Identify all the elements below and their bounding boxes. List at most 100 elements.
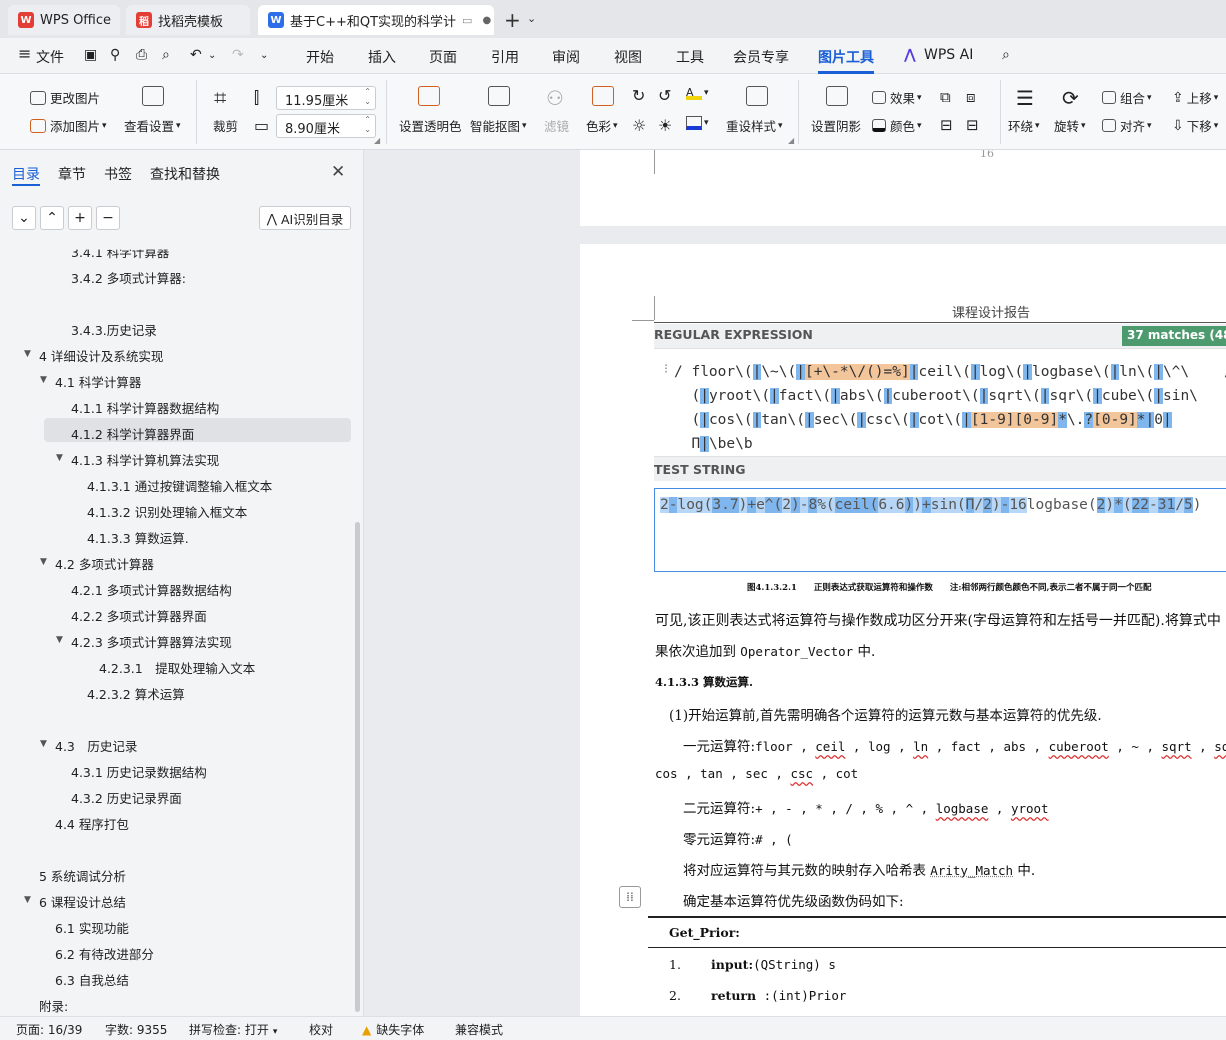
wps-ai-icon[interactable]: ⋀ xyxy=(904,47,916,63)
regex-expression[interactable]: / floor\(|\~\(|[+\-*\/()=%]|ceil\(|log\(… xyxy=(674,360,1226,456)
undo-icon[interactable]: ↶ xyxy=(190,47,202,63)
send-backward-icon[interactable]: ⧈ xyxy=(966,88,976,106)
highlight-color-icon[interactable]: A ▾ xyxy=(686,86,709,100)
menu-wps-ai[interactable]: WPS AI xyxy=(924,47,973,63)
contrast-icon[interactable]: ↺ xyxy=(658,86,671,105)
print-icon[interactable]: ⎙ xyxy=(136,47,147,63)
toc-item[interactable]: 6.1 实现功能 xyxy=(55,918,129,937)
add-picture-button[interactable]: 添加图片 ▾ xyxy=(30,116,107,135)
share-icon[interactable]: ⚲ xyxy=(110,47,120,63)
remove-heading-button[interactable]: − xyxy=(96,206,120,230)
expand-triangle-icon[interactable]: ▼ xyxy=(40,375,47,385)
reset-style-button[interactable]: 重设样式 ▾ xyxy=(726,116,783,135)
tab-document[interactable]: W 基于C++和QT实现的科学计 ▭ ● xyxy=(258,5,494,35)
toc-item[interactable]: 附录: xyxy=(39,996,68,1015)
wrap-bottom-icon[interactable]: ⊟ xyxy=(966,116,979,134)
compat-mode[interactable]: 兼容模式 xyxy=(455,1021,503,1038)
undo-dropdown-icon[interactable]: ⌄ xyxy=(208,50,216,61)
toc-item[interactable]: 4.1.3.2 识别处理输入框文本 xyxy=(87,502,247,521)
dialog-launcher-icon[interactable]: ◢ xyxy=(374,136,380,145)
move-down-button[interactable]: ⇩ 下移 ▾ xyxy=(1172,116,1218,135)
border-color-icon[interactable]: ▾ xyxy=(686,116,709,130)
toc-item[interactable]: 3.4.1 科学计算器 xyxy=(71,250,169,261)
height-input[interactable]: 8.90厘米 ⌃ ⌄ xyxy=(276,114,376,138)
add-heading-button[interactable]: + xyxy=(68,206,92,230)
regex-screenshot-image[interactable]: REGULAR EXPRESSION 37 matches (482 s ⁝ /… xyxy=(654,324,1226,572)
toc-item[interactable]: 5 系统调试分析 xyxy=(39,866,126,885)
toc-item[interactable]: 4.1.3.3 算数运算. xyxy=(87,528,189,547)
toc-item[interactable]: 4.1.3.1 通过按键调整输入框文本 xyxy=(87,476,272,495)
save-icon[interactable]: ▣ xyxy=(84,47,97,63)
chevron-down-icon[interactable]: ⌄ xyxy=(527,12,536,25)
toc-item[interactable]: 4.1.1 科学计算器数据结构 xyxy=(71,398,219,417)
hamburger-icon[interactable]: ≡ xyxy=(18,44,31,63)
effect-button[interactable]: 效果 ▾ xyxy=(872,88,922,107)
missing-font-button[interactable]: ▲ 缺失字体 xyxy=(362,1021,424,1038)
drag-handle-icon[interactable]: ⁝ xyxy=(664,362,668,377)
word-count[interactable]: 字数: 9355 xyxy=(105,1021,167,1038)
proofread-button[interactable]: 校对 xyxy=(309,1021,333,1038)
menu-member[interactable]: 会员专享 xyxy=(733,47,789,67)
tab-toc[interactable]: 目录 xyxy=(12,164,40,184)
crop-button[interactable]: 裁剪 xyxy=(213,116,238,135)
color-palette-icon[interactable] xyxy=(592,86,618,106)
toc-item[interactable]: 4.2.3.2 算术运算 xyxy=(87,684,185,703)
wrap-button[interactable]: 环绕 ▾ xyxy=(1008,116,1040,135)
rotate-button[interactable]: 旋转 ▾ xyxy=(1054,116,1086,135)
smart-cutout-button[interactable]: 智能抠图 ▾ xyxy=(470,116,527,135)
filter-icon[interactable]: ⚇ xyxy=(546,86,564,110)
reset-style-icon[interactable] xyxy=(746,86,772,106)
monitor-icon[interactable]: ▭ xyxy=(462,14,472,27)
view-settings-icon[interactable] xyxy=(142,86,168,106)
width-input[interactable]: 11.95厘米 ⌃ ⌄ xyxy=(276,86,376,110)
menu-review[interactable]: 审阅 xyxy=(552,47,580,67)
toc-item[interactable]: 6.2 有待改进部分 xyxy=(55,944,154,963)
view-settings-button[interactable]: 查看设置 ▾ xyxy=(124,116,181,135)
toc-item[interactable]: 4.2.3.1 提取处理输入文本 xyxy=(99,658,255,677)
tab-template[interactable]: 稻 找稻壳模板 xyxy=(126,5,250,35)
rotate-icon[interactable]: ⟳ xyxy=(1062,86,1079,110)
toc-item[interactable]: 4.1.3 科学计算机算法实现 xyxy=(71,450,219,469)
dialog-launcher-icon[interactable]: ◢ xyxy=(788,136,794,145)
group-button[interactable]: 组合 ▾ xyxy=(1102,88,1152,107)
redo-icon[interactable]: ↷ xyxy=(232,47,244,63)
toc-item[interactable]: 6.3 自我总结 xyxy=(55,970,129,989)
sidebar-scrollbar[interactable] xyxy=(355,522,360,1012)
toc-item[interactable]: 4.4 程序打包 xyxy=(55,814,129,833)
toc-item[interactable]: 4.3.1 历史记录数据结构 xyxy=(71,762,207,781)
toc-item-selected[interactable]: 4.1.2 科学计算器界面 xyxy=(71,424,194,443)
change-picture-button[interactable]: 更改图片 xyxy=(30,88,100,107)
more-icon[interactable]: ⌄ xyxy=(260,50,268,61)
toc-item[interactable]: 3.4.3.历史记录 xyxy=(71,320,157,339)
toc-item[interactable]: 4.2 多项式计算器 xyxy=(55,554,154,573)
menu-insert[interactable]: 插入 xyxy=(368,47,396,67)
expand-triangle-icon[interactable]: ▼ xyxy=(56,635,63,645)
menu-file[interactable]: 文件 xyxy=(36,47,64,67)
test-string-box[interactable]: 2-log(3.7)+e^(2)-8%(ceil(6.6))+sin(Π/2)-… xyxy=(654,488,1226,572)
fill-color-button[interactable]: 颜色 ▾ xyxy=(872,116,922,135)
toc-item[interactable]: 4 详细设计及系统实现 xyxy=(39,346,163,365)
tab-wps-office[interactable]: W WPS Office xyxy=(8,5,120,35)
tab-find-replace[interactable]: 查找和替换 xyxy=(150,164,220,184)
page-indicator[interactable]: 页面: 16/39 xyxy=(16,1021,82,1038)
tab-chapter[interactable]: 章节 xyxy=(58,164,86,184)
wrap-icon[interactable]: ☰ xyxy=(1016,86,1034,110)
menu-page[interactable]: 页面 xyxy=(429,47,457,67)
spell-check-toggle[interactable]: 拼写检查: 打开 ▾ xyxy=(189,1021,277,1038)
menu-home[interactable]: 开始 xyxy=(306,47,334,67)
collapse-up-button[interactable]: ⌃ xyxy=(40,206,64,230)
color-button[interactable]: 色彩 ▾ xyxy=(586,116,618,135)
search-icon[interactable]: ⌕ xyxy=(1002,47,1010,63)
toc-item[interactable]: 4.3 历史记录 xyxy=(55,736,137,755)
tab-bookmark[interactable]: 书签 xyxy=(104,164,132,184)
menu-view[interactable]: 视图 xyxy=(614,47,642,67)
wrap-top-icon[interactable]: ⊟ xyxy=(940,116,953,134)
align-button[interactable]: 对齐 ▾ xyxy=(1102,116,1152,135)
crop-icon[interactable]: ⌗ xyxy=(214,86,226,111)
toc-item[interactable]: 4.1 科学计算器 xyxy=(55,372,141,391)
bring-forward-icon[interactable]: ⧉ xyxy=(940,88,951,106)
toc-item[interactable]: 4.2.3 多项式计算器算法实现 xyxy=(71,632,232,651)
filter-button[interactable]: 滤镜 xyxy=(544,116,569,135)
expand-triangle-icon[interactable]: ▼ xyxy=(40,557,47,567)
close-icon[interactable]: ✕ xyxy=(331,162,345,182)
